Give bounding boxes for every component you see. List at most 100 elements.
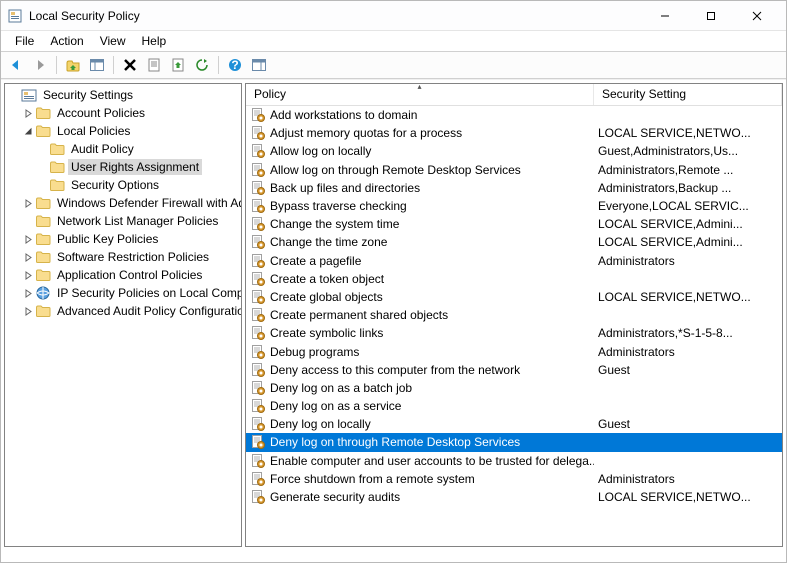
policy-row[interactable]: Back up files and directoriesAdministrat… — [246, 179, 782, 197]
policy-name: Add workstations to domain — [270, 108, 417, 122]
policy-name: Create symbolic links — [270, 326, 383, 340]
policy-row[interactable]: Deny log on through Remote Desktop Servi… — [246, 433, 782, 451]
tree-item[interactable]: Advanced Audit Policy Configuration — [5, 302, 241, 320]
expand-collapse-icon[interactable] — [21, 124, 35, 138]
tree-item-label: IP Security Policies on Local Compute — [54, 285, 242, 301]
tree-item[interactable]: Network List Manager Policies — [5, 212, 241, 230]
tree-item[interactable]: Public Key Policies — [5, 230, 241, 248]
policy-row[interactable]: Change the time zoneLOCAL SERVICE,Admini… — [246, 233, 782, 251]
policy-icon — [250, 471, 266, 487]
tree-item[interactable]: Audit Policy — [5, 140, 241, 158]
tree-item[interactable]: Application Control Policies — [5, 266, 241, 284]
policy-row[interactable]: Debug programsAdministrators — [246, 342, 782, 360]
policy-setting: Administrators,Remote ... — [594, 163, 782, 177]
policy-row[interactable]: Change the system time LOCAL SERVICE,Admi… — [246, 215, 782, 233]
expand-collapse-icon[interactable] — [21, 304, 35, 318]
menu-action[interactable]: Action — [42, 32, 91, 50]
policy-name: Deny log on as a batch job — [270, 381, 412, 395]
tree-item-label: Security Options — [68, 177, 162, 193]
ipsec-icon — [35, 285, 51, 301]
help-button[interactable]: ? — [224, 54, 246, 76]
policy-name: Force shutdown from a remote system — [270, 472, 475, 486]
delete-button[interactable] — [119, 54, 141, 76]
policy-icon — [250, 253, 266, 269]
policy-row[interactable]: Create global objectsLOCAL SERVICE,NETWO… — [246, 288, 782, 306]
tree-spacer — [35, 160, 49, 174]
tree-item-label: Public Key Policies — [54, 231, 161, 247]
policy-icon — [250, 216, 266, 232]
policy-icon — [250, 307, 266, 323]
policy-row[interactable]: Create permanent shared objects — [246, 306, 782, 324]
expand-collapse-icon[interactable] — [21, 106, 35, 120]
expand-collapse-icon[interactable] — [21, 286, 35, 300]
policy-row[interactable]: Deny log on as a batch job — [246, 379, 782, 397]
tree-spacer — [21, 214, 35, 228]
tree-item[interactable]: Security Settings — [5, 86, 241, 104]
policy-setting: Everyone,LOCAL SERVIC... — [594, 199, 782, 213]
menubar: File Action View Help — [1, 31, 786, 51]
refresh-button[interactable] — [191, 54, 213, 76]
policy-row[interactable]: Deny log on as a service — [246, 397, 782, 415]
tree-spacer — [7, 88, 21, 102]
policy-row[interactable]: Enable computer and user accounts to be … — [246, 452, 782, 470]
policy-row[interactable]: Generate security auditsLOCAL SERVICE,NE… — [246, 488, 782, 506]
export-list-button[interactable] — [167, 54, 189, 76]
up-button[interactable] — [62, 54, 84, 76]
policy-icon — [250, 489, 266, 505]
policy-row[interactable]: Create a token object — [246, 270, 782, 288]
tree-item-label: Windows Defender Firewall with Adva — [54, 195, 242, 211]
policy-setting: Administrators — [594, 472, 782, 486]
tree-item[interactable]: Account Policies — [5, 104, 241, 122]
expand-collapse-icon[interactable] — [21, 250, 35, 264]
tree-item[interactable]: Security Options — [5, 176, 241, 194]
policy-row[interactable]: Bypass traverse checkingEveryone,LOCAL S… — [246, 197, 782, 215]
policy-row[interactable]: Allow log on through Remote Desktop Serv… — [246, 161, 782, 179]
expand-collapse-icon[interactable] — [21, 196, 35, 210]
policy-icon — [250, 234, 266, 250]
tree-item[interactable]: User Rights Assignment — [5, 158, 241, 176]
policy-row[interactable]: Create a pagefileAdministrators — [246, 252, 782, 270]
policy-row[interactable]: Create symbolic linksAdministrators,*S-1… — [246, 324, 782, 342]
menu-help[interactable]: Help — [134, 32, 175, 50]
tree-pane[interactable]: Security Settings Account PoliciesLocal P… — [4, 83, 242, 547]
column-header-policy[interactable]: Policy — [246, 84, 594, 105]
policy-row[interactable]: Allow log on locallyGuest,Administrators… — [246, 142, 782, 160]
expand-collapse-icon[interactable] — [21, 268, 35, 282]
policy-row[interactable]: Deny access to this computer from the ne… — [246, 361, 782, 379]
policy-row[interactable]: Add workstations to domain — [246, 106, 782, 124]
policy-setting: Guest — [594, 417, 782, 431]
column-header-setting[interactable]: Security Setting — [594, 84, 782, 105]
policy-icon — [250, 325, 266, 341]
action-pane-button[interactable] — [248, 54, 270, 76]
policy-setting: LOCAL SERVICE,NETWO... — [594, 290, 782, 304]
policy-row[interactable]: Adjust memory quotas for a processLOCAL … — [246, 124, 782, 142]
tree-item[interactable]: Windows Defender Firewall with Adva — [5, 194, 241, 212]
maximize-button[interactable] — [688, 2, 734, 30]
show-hide-tree-button[interactable] — [86, 54, 108, 76]
window-controls — [642, 2, 780, 30]
forward-button[interactable] — [29, 54, 51, 76]
properties-button[interactable] — [143, 54, 165, 76]
policy-icon — [250, 162, 266, 178]
policy-name: Change the system time — [270, 217, 399, 231]
folder-icon — [49, 159, 65, 175]
policy-setting: LOCAL SERVICE,Admini... — [594, 217, 782, 231]
folder-icon — [35, 213, 51, 229]
tree-item-label: Application Control Policies — [54, 267, 205, 283]
tree-item-label: Account Policies — [54, 105, 148, 121]
list-body[interactable]: Add workstations to domain Adjust memory … — [246, 106, 782, 546]
policy-setting: Guest — [594, 363, 782, 377]
menu-file[interactable]: File — [7, 32, 42, 50]
minimize-button[interactable] — [642, 2, 688, 30]
menu-view[interactable]: View — [92, 32, 134, 50]
expand-collapse-icon[interactable] — [21, 232, 35, 246]
policy-row[interactable]: Force shutdown from a remote system Admin… — [246, 470, 782, 488]
tree-item[interactable]: IP Security Policies on Local Compute — [5, 284, 241, 302]
tree-item-label: Security Settings — [40, 87, 136, 103]
back-button[interactable] — [5, 54, 27, 76]
folder-icon — [35, 303, 51, 319]
tree-item[interactable]: Local Policies — [5, 122, 241, 140]
close-button[interactable] — [734, 2, 780, 30]
tree-item[interactable]: Software Restriction Policies — [5, 248, 241, 266]
policy-row[interactable]: Deny log on locallyGuest — [246, 415, 782, 433]
